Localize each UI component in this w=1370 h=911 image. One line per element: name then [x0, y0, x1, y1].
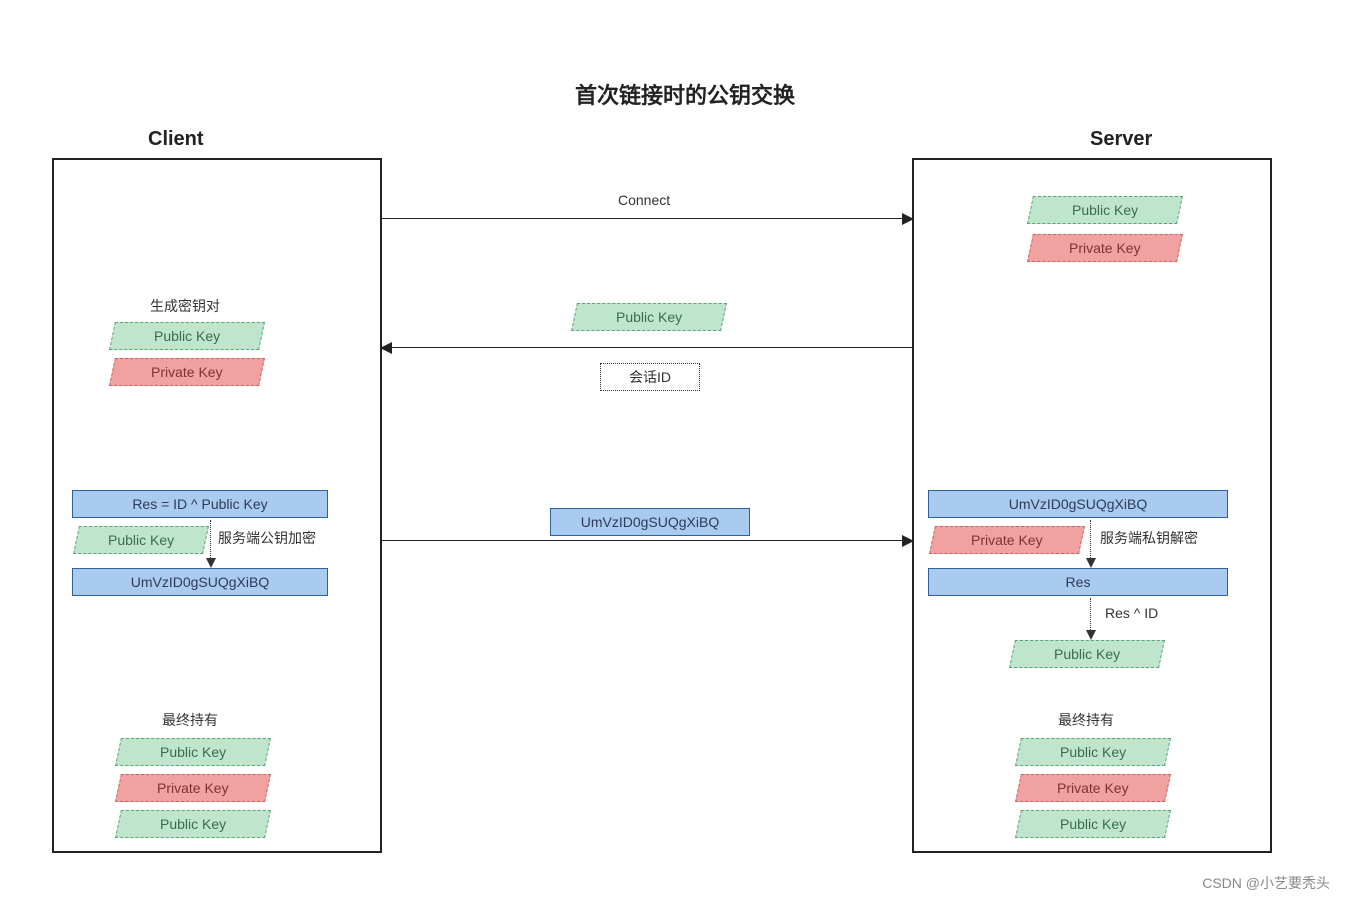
client-cipher: UmVzID0gSUQgXiBQ — [72, 568, 328, 596]
server-final-priv: Private Key — [1015, 774, 1171, 802]
server-dotted-arrow-1 — [1090, 520, 1091, 566]
server-label: Server — [1090, 128, 1152, 151]
client-final-pub-1: Public Key — [115, 738, 271, 766]
server-private-key: Private Key — [1027, 234, 1183, 262]
mid-public-key: Public Key — [571, 303, 727, 331]
arrow-connect — [382, 218, 912, 219]
server-public-key: Public Key — [1027, 196, 1183, 224]
arrow-server-to-client — [382, 347, 912, 348]
client-final-label: 最终持有 — [162, 710, 218, 730]
server-dec-with-priv: Private Key — [929, 526, 1085, 554]
client-private-key: Private Key — [109, 358, 265, 386]
decrypt-note: 服务端私钥解密 — [1100, 528, 1198, 548]
server-final-label: 最终持有 — [1058, 710, 1114, 730]
server-res: Res — [928, 568, 1228, 596]
diagram-title: 首次链接时的公钥交换 — [0, 78, 1370, 110]
client-label: Client — [148, 128, 204, 151]
encrypt-note: 服务端公钥加密 — [218, 528, 316, 548]
arrow-client-to-server — [382, 540, 912, 541]
server-recovered-pub: Public Key — [1009, 640, 1165, 668]
connect-label: Connect — [618, 192, 670, 208]
session-id-box: 会话ID — [600, 363, 700, 391]
client-public-key: Public Key — [109, 322, 265, 350]
gen-keypair-label: 生成密钥对 — [150, 296, 220, 316]
client-dotted-arrow — [210, 520, 211, 566]
cipher-on-wire: UmVzID0gSUQgXiBQ — [550, 508, 750, 536]
server-dotted-arrow-2 — [1090, 598, 1091, 638]
client-final-pub-2: Public Key — [115, 810, 271, 838]
watermark: CSDN @小艺要秃头 — [1202, 873, 1330, 893]
client-enc-with-pub: Public Key — [73, 526, 209, 554]
server-final-pub-1: Public Key — [1015, 738, 1171, 766]
res-xor-id-label: Res ^ ID — [1105, 605, 1158, 621]
client-res-formula: Res = ID ^ Public Key — [72, 490, 328, 518]
server-final-pub-2: Public Key — [1015, 810, 1171, 838]
server-cipher: UmVzID0gSUQgXiBQ — [928, 490, 1228, 518]
client-final-priv: Private Key — [115, 774, 271, 802]
